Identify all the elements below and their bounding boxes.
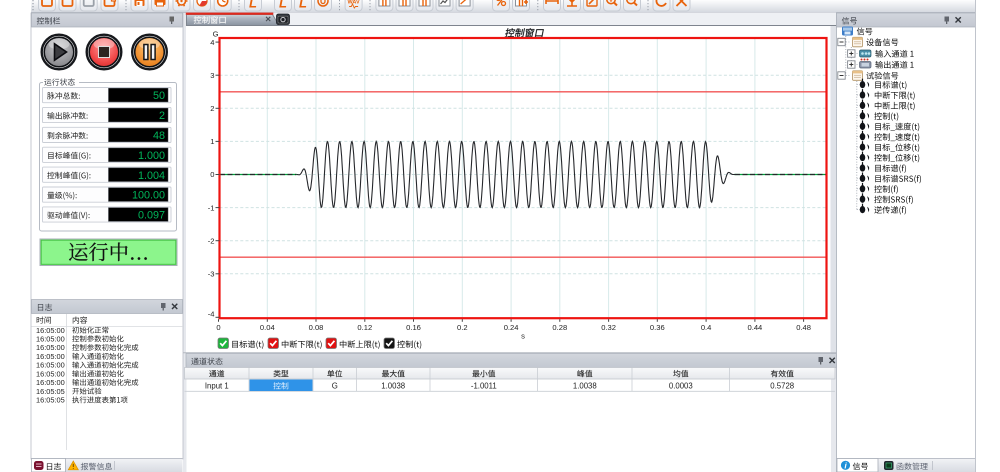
svg-text:16:05:00: 16:05:00 [36,335,65,344]
svg-text:-4: -4 [208,310,215,319]
svg-text:1.000: 1.000 [138,150,165,162]
svg-text:0.48: 0.48 [796,323,811,332]
svg-text:16:05:05: 16:05:05 [36,396,65,405]
svg-text:0: 0 [216,323,220,332]
svg-text:0.2: 0.2 [457,323,468,332]
svg-text:0: 0 [210,170,214,179]
svg-text:0.32: 0.32 [601,323,616,332]
svg-text:50: 50 [153,90,165,102]
svg-text:-2: -2 [208,236,215,245]
svg-text:16:05:00: 16:05:00 [36,369,65,378]
svg-text:48: 48 [153,130,165,142]
svg-text:0.44: 0.44 [748,323,763,332]
svg-text:0.5728: 0.5728 [770,382,794,391]
svg-text:0.4: 0.4 [701,323,712,332]
svg-text:0.097: 0.097 [138,210,165,222]
svg-text:0.0003: 0.0003 [669,382,693,391]
svg-text:-1: -1 [208,203,215,212]
svg-text:100.00: 100.00 [132,190,165,202]
svg-text:L: L [249,0,257,11]
svg-text:16:05:00: 16:05:00 [36,352,65,361]
svg-text:0.12: 0.12 [357,323,372,332]
svg-text:0.24: 0.24 [504,323,519,332]
svg-text:16:05:00: 16:05:00 [36,326,65,335]
svg-text:WAV: WAV [348,0,360,6]
svg-text:0.04: 0.04 [260,323,275,332]
svg-text:1: 1 [210,137,214,146]
svg-text:2: 2 [159,110,165,122]
svg-text:2: 2 [210,104,214,113]
svg-text:Input 1: Input 1 [205,382,229,391]
svg-text:L: L [299,0,307,11]
svg-text:s: s [521,331,525,340]
svg-text:0.16: 0.16 [406,323,421,332]
svg-text:-1.0011: -1.0011 [471,382,497,391]
svg-text:16:05:05: 16:05:05 [36,387,65,396]
svg-text:L: L [279,0,287,11]
svg-text:4: 4 [210,38,214,47]
svg-text:16:05:00: 16:05:00 [36,378,65,387]
svg-text:0.36: 0.36 [650,323,665,332]
svg-text:16:05:00: 16:05:00 [36,343,65,352]
svg-text:G: G [332,382,338,391]
svg-text:0.28: 0.28 [552,323,567,332]
svg-text:1.0038: 1.0038 [381,382,405,391]
svg-text:1.0038: 1.0038 [573,382,597,391]
svg-text:-3: -3 [208,270,215,279]
svg-text:16:05:00: 16:05:00 [36,361,65,370]
svg-text:1.004: 1.004 [138,170,165,182]
svg-text:0.08: 0.08 [309,323,324,332]
svg-text:3: 3 [210,71,214,80]
